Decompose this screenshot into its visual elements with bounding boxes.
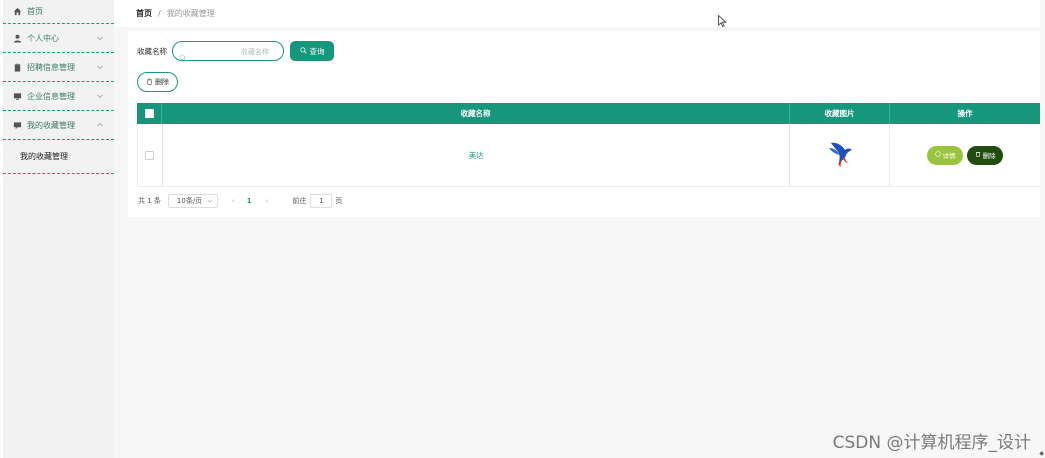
breadcrumb-home[interactable]: 首页 xyxy=(136,8,152,19)
row-checkbox[interactable] xyxy=(145,150,155,160)
home-icon xyxy=(12,7,22,17)
content-panel: 收藏名称 收藏名称 查询 删除 收藏名称 收藏图片 操作 美达 详情 删除 共 … xyxy=(128,31,1040,217)
goto-page-input[interactable]: 1 xyxy=(310,194,333,208)
goto-page-value: 1 xyxy=(319,197,324,205)
sidebar-item-label: 首页 xyxy=(27,7,43,16)
favorites-table: 收藏名称 收藏图片 操作 美达 详情 删除 xyxy=(137,103,1040,187)
sidebar-subitem-favorites[interactable]: 我的收藏管理 xyxy=(3,140,114,174)
batch-delete-label: 删除 xyxy=(155,78,169,86)
sidebar: 首页 个人中心 招聘信息管理 企业信息管理 我的收藏管理 我的收藏管理 xyxy=(3,0,114,458)
chevron-down-icon xyxy=(207,198,213,204)
select-all-checkbox[interactable] xyxy=(144,109,154,118)
page-size-select[interactable]: 10条/页 xyxy=(167,194,218,208)
page-number-current[interactable]: 1 xyxy=(247,197,252,205)
page-size-value: 10条/页 xyxy=(176,197,203,205)
pagination: 共 1 条 10条/页 ‹ 1 › 前往 1 页 xyxy=(138,194,342,208)
table-header: 收藏名称 收藏图片 操作 xyxy=(137,103,1040,124)
mouse-cursor-icon xyxy=(718,12,727,28)
clipboard-icon xyxy=(12,62,22,72)
main-content: 首页 / 我的收藏管理 收藏名称 收藏名称 查询 删除 收藏名称 收藏图片 操作… xyxy=(114,0,1045,458)
chevron-down-icon xyxy=(96,34,104,42)
search-row: 收藏名称 收藏名称 查询 xyxy=(137,41,334,62)
sidebar-item-label: 个人中心 xyxy=(27,33,59,43)
sidebar-item-label: 招聘信息管理 xyxy=(27,62,75,72)
sidebar-item-home[interactable]: 首页 xyxy=(3,0,114,24)
monitor-icon xyxy=(12,91,22,101)
search-placeholder: 收藏名称 xyxy=(241,48,269,56)
column-header-name: 收藏名称 xyxy=(162,103,790,124)
chevron-down-icon xyxy=(96,92,104,100)
header-select-all[interactable] xyxy=(137,103,162,124)
column-header-actions: 操作 xyxy=(957,109,973,118)
pagination-total: 共 1 条 xyxy=(138,197,161,205)
trash-icon xyxy=(146,78,153,87)
goto-label: 前往 xyxy=(292,197,307,205)
next-page-button[interactable]: › xyxy=(266,197,269,205)
bird-logo-image xyxy=(827,140,853,170)
sidebar-subitem-label: 我的收藏管理 xyxy=(20,152,68,161)
sidebar-item-label: 我的收藏管理 xyxy=(27,120,75,130)
table-row: 美达 详情 删除 xyxy=(137,124,1040,187)
search-label: 收藏名称 xyxy=(137,46,167,56)
detail-button-label: 详情 xyxy=(942,152,956,160)
sidebar-item-favorites[interactable]: 我的收藏管理 xyxy=(3,111,114,140)
prev-page-button[interactable]: ‹ xyxy=(232,197,235,205)
search-input[interactable]: 收藏名称 xyxy=(172,41,284,62)
watermark: CSDN @计算机程序_设计 xyxy=(832,433,1031,453)
search-button[interactable]: 查询 xyxy=(290,41,334,61)
row-delete-label: 删除 xyxy=(982,152,996,160)
favorite-name: 美达 xyxy=(468,150,484,160)
sidebar-item-company[interactable]: 企业信息管理 xyxy=(3,82,114,111)
info-icon xyxy=(934,151,941,159)
chevron-up-icon xyxy=(96,121,104,129)
sidebar-item-recruit[interactable]: 招聘信息管理 xyxy=(3,53,114,82)
row-delete-button[interactable]: 删除 xyxy=(967,145,1004,165)
chat-icon xyxy=(12,120,22,130)
search-icon xyxy=(299,46,307,56)
trash-icon xyxy=(975,151,981,159)
chevron-down-icon xyxy=(96,63,104,71)
user-icon xyxy=(12,33,22,43)
breadcrumb-current: 我的收藏管理 xyxy=(166,9,215,18)
column-header-image: 收藏图片 xyxy=(790,103,890,124)
sidebar-item-profile[interactable]: 个人中心 xyxy=(3,24,114,53)
resize-handle-icon: ◆ xyxy=(1039,450,1044,457)
batch-delete-button[interactable]: 删除 xyxy=(137,72,178,92)
search-button-label: 查询 xyxy=(309,46,325,56)
detail-button[interactable]: 详情 xyxy=(927,145,964,165)
breadcrumb-separator: / xyxy=(158,9,161,18)
breadcrumb: 首页 / 我的收藏管理 xyxy=(114,0,1040,27)
sidebar-item-label: 企业信息管理 xyxy=(27,91,75,101)
search-icon xyxy=(179,47,187,62)
row-select[interactable] xyxy=(138,124,163,186)
cell-image xyxy=(790,124,891,186)
goto-unit: 页 xyxy=(335,197,343,205)
cell-actions: 详情 删除 xyxy=(890,124,1040,186)
cell-name: 美达 xyxy=(163,124,791,186)
